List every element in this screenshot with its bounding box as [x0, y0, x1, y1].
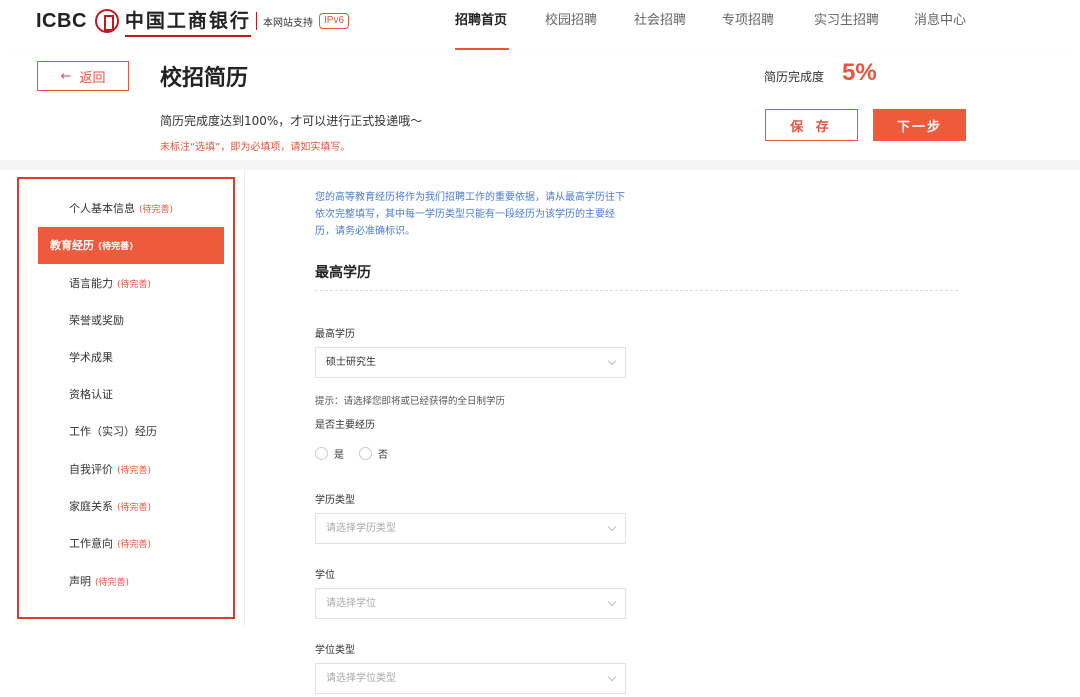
sidebar-item-education[interactable]: 教育经历 (待完善) [38, 227, 224, 264]
sidebar-item-label: 个人基本信息 [69, 202, 135, 215]
education-type-select[interactable]: 请选择学历类型 [315, 513, 626, 544]
sidebar-item-label: 资格认证 [69, 388, 113, 401]
is-main-experience-radio-group: 是 否 [315, 446, 403, 461]
degree-type-select[interactable]: 请选择学位类型 [315, 663, 626, 694]
completion-label: 简历完成度 [764, 70, 825, 84]
next-step-button[interactable]: 下一步 [873, 109, 966, 141]
resume-header: ← 返回 校招简历 简历完成度达到100%，才可以进行正式投递哦～ 未标注“选填… [0, 50, 1080, 160]
pending-tag: (待完善) [117, 540, 152, 550]
back-button-label: 返回 [79, 70, 106, 86]
radio-yes-label[interactable]: 是 [334, 446, 344, 461]
section-title-highest-degree: 最高学历 [315, 265, 371, 281]
degree-type-label: 学位类型 [315, 645, 355, 656]
nav-item-social[interactable]: 社会招聘 [617, 0, 705, 50]
chevron-down-icon [607, 522, 617, 532]
sidebar-item-honors[interactable]: 荣誉或奖励 [38, 302, 224, 339]
education-intro-text: 您的高等教育经历将作为我们招聘工作的重要依据，请从最高学历往下依次完整填写，其中… [315, 192, 625, 237]
sidebar-item-job-intention[interactable]: 工作意向 (待完善) [38, 525, 224, 562]
highest-degree-value: 硕士研究生 [326, 357, 376, 368]
sidebar-item-academic[interactable]: 学术成果 [38, 339, 224, 376]
top-navigation-bar: ICBC 中国工商银行 本网站支持 IPv6 招聘首页 校园招聘 社会招聘 专项… [0, 0, 1080, 50]
chevron-down-icon [607, 356, 617, 366]
radio-no-label[interactable]: 否 [378, 446, 388, 461]
pending-tag: (待完善) [95, 578, 130, 588]
sidebar-item-family[interactable]: 家庭关系 (待完善) [38, 488, 224, 525]
radio-yes[interactable] [315, 447, 328, 460]
logo-latin-text: ICBC [36, 9, 87, 32]
degree-select[interactable]: 请选择学位 [315, 588, 626, 619]
sidebar-item-label: 自我评价 [69, 463, 113, 476]
degree-type-placeholder: 请选择学位类型 [326, 673, 396, 684]
nav-item-campus[interactable]: 校园招聘 [527, 0, 617, 50]
degree-placeholder: 请选择学位 [326, 598, 376, 609]
nav-item-home[interactable]: 招聘首页 [437, 0, 527, 50]
education-type-label: 学历类型 [315, 495, 355, 506]
chevron-down-icon [607, 597, 617, 607]
sidebar-item-personal-info[interactable]: 个人基本信息 (待完善) [38, 190, 224, 227]
pending-tag: (待完善) [139, 205, 174, 215]
ipv6-support-notice: 本网站支持 IPv6 [256, 12, 350, 30]
vertical-divider [244, 170, 245, 626]
highest-degree-select[interactable]: 硕士研究生 [315, 347, 626, 378]
pending-tag: (待完善) [117, 466, 152, 476]
education-type-placeholder: 请选择学历类型 [326, 523, 396, 534]
sidebar-item-label: 工作（实习）经历 [69, 425, 157, 438]
section-separator [0, 160, 1080, 170]
sidebar-item-language[interactable]: 语言能力 (待完善) [38, 265, 224, 302]
sidebar-item-label: 工作意向 [69, 537, 113, 550]
nav-item-special[interactable]: 专项招聘 [705, 0, 795, 50]
sidebar-item-label: 声明 [69, 575, 91, 588]
highest-degree-hint: 提示：请选择您即将或已经获得的全日制学历 [315, 396, 506, 407]
degree-label: 学位 [315, 570, 335, 581]
sidebar-item-declaration[interactable]: 声明 (待完善) [38, 563, 224, 600]
pending-tag: (待完善) [98, 242, 134, 252]
highest-degree-label: 最高学历 [315, 329, 355, 340]
nav-item-messages[interactable]: 消息中心 [897, 0, 987, 50]
sidebar-item-certification[interactable]: 资格认证 [38, 376, 224, 413]
main-nav: 招聘首页 校园招聘 社会招聘 专项招聘 实习生招聘 消息中心 [437, 0, 987, 50]
site-support-text: 本网站支持 [263, 17, 313, 29]
sidebar-item-label: 语言能力 [69, 277, 113, 290]
pending-tag: (待完善) [117, 280, 152, 290]
icbc-emblem-icon [94, 9, 119, 33]
sidebar-item-label: 家庭关系 [69, 500, 113, 513]
sidebar-item-label: 教育经历 [50, 239, 94, 252]
nav-item-intern[interactable]: 实习生招聘 [795, 0, 897, 50]
page-title: 校招简历 [160, 66, 249, 91]
icbc-logo[interactable]: ICBC 中国工商银行 [36, 6, 251, 37]
pending-tag: (待完善) [117, 503, 152, 513]
required-fields-note: 未标注“选填”，即为必填项，请如实填写。 [160, 142, 351, 153]
radio-no[interactable] [359, 447, 372, 460]
ipv6-badge: IPv6 [319, 13, 350, 29]
logo-chinese-text: 中国工商银行 [124, 6, 251, 37]
is-main-experience-label: 是否主要经历 [315, 420, 375, 431]
chevron-down-icon [607, 672, 617, 682]
resume-section-sidebar: 个人基本信息 (待完善) 教育经历 (待完善) 语言能力 (待完善) 荣誉或奖励 学术… [17, 177, 235, 619]
sidebar-item-self-evaluation[interactable]: 自我评价 (待完善) [38, 451, 224, 488]
completion-percentage: 5% [842, 59, 877, 86]
back-button[interactable]: ← 返回 [37, 61, 129, 91]
completion-requirement-text: 简历完成度达到100%，才可以进行正式投递哦～ [160, 114, 423, 128]
section-divider [315, 290, 958, 291]
sidebar-item-label: 荣誉或奖励 [69, 314, 124, 327]
save-button[interactable]: 保 存 [765, 109, 858, 141]
arrow-left-icon: ← [60, 68, 72, 84]
sidebar-item-label: 学术成果 [69, 351, 113, 364]
sidebar-item-work-experience[interactable]: 工作（实习）经历 [38, 413, 224, 450]
